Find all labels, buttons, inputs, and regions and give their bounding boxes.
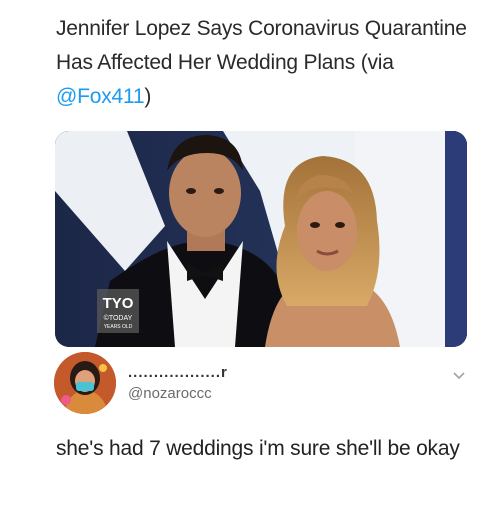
post-photo[interactable]: TYO ©TODAY YEARS OLD xyxy=(55,131,467,347)
headline-close: ) xyxy=(144,85,152,108)
reply-text: she's had 7 weddings i'm sure she'll be … xyxy=(56,437,460,460)
chevron-down-icon[interactable] xyxy=(452,368,466,382)
avatar[interactable] xyxy=(54,352,116,414)
watermark-line2: YEARS OLD xyxy=(104,324,133,330)
headline: Jennifer Lopez Says Coronavirus Quaranti… xyxy=(56,12,476,114)
watermark-line1: ©TODAY xyxy=(104,314,133,322)
watermark-logo-text: TYO xyxy=(103,295,134,312)
reply-display-name[interactable]: ..................r xyxy=(128,364,228,381)
headline-text: Jennifer Lopez Says Coronavirus Quaranti… xyxy=(56,17,467,74)
reply-handle[interactable]: @nozaroccc xyxy=(128,385,212,402)
watermark-logo: TYO ©TODAY YEARS OLD xyxy=(97,289,139,333)
mention-link[interactable]: @Fox411 xyxy=(56,85,145,108)
